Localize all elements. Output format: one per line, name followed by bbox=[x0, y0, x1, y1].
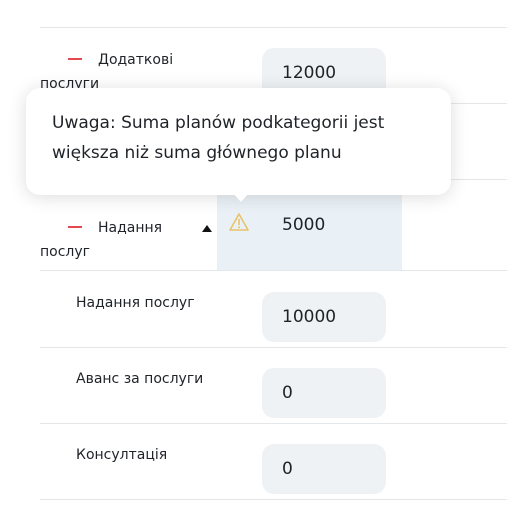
plan-value-field[interactable]: 0 bbox=[262, 444, 386, 494]
row-divider bbox=[40, 270, 507, 271]
warning-tooltip: Uwaga: Suma planów podkategorii jest wię… bbox=[26, 88, 451, 195]
row-nadannia-parent-label-wrap[interactable]: Надання послуг bbox=[40, 216, 200, 264]
warning-triangle-icon[interactable] bbox=[228, 212, 250, 232]
row-divider bbox=[40, 347, 507, 348]
minus-icon[interactable] bbox=[68, 225, 82, 228]
tooltip-text: Uwaga: Suma planów podkategorii jest wię… bbox=[52, 113, 385, 163]
plan-value-field[interactable]: 10000 bbox=[262, 292, 386, 342]
row-divider bbox=[40, 423, 507, 424]
row-divider bbox=[40, 499, 507, 500]
row-label: Надання послуг bbox=[40, 220, 163, 260]
row-label: Додаткові послуги bbox=[40, 52, 174, 92]
row-label: Консултація bbox=[76, 447, 168, 463]
row-divider bbox=[40, 27, 507, 28]
plan-value: 5000 bbox=[282, 215, 326, 235]
minus-icon[interactable] bbox=[68, 57, 82, 60]
caret-up-icon[interactable] bbox=[202, 225, 212, 232]
row-label: Надання послуг bbox=[76, 295, 195, 311]
row-label: Аванс за послуги bbox=[76, 371, 204, 387]
tooltip-arrow bbox=[232, 192, 250, 202]
plan-value-field[interactable]: 0 bbox=[262, 368, 386, 418]
